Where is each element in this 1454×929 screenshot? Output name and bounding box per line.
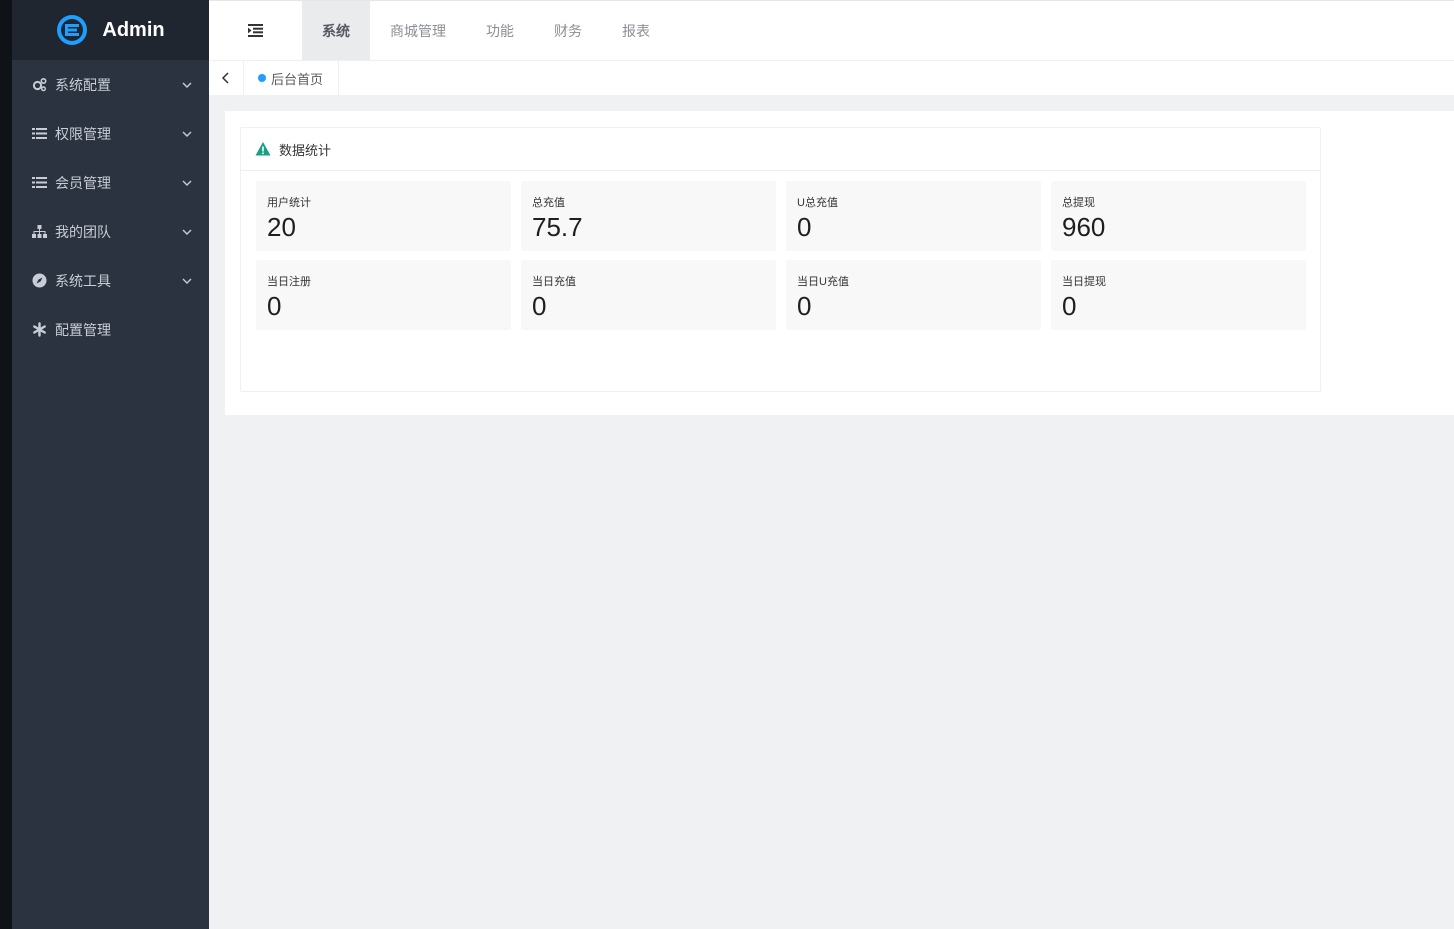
chevron-down-icon — [182, 180, 192, 186]
sidebar-item-my-team[interactable]: 我的团队 — [12, 207, 209, 256]
sidebar-item-members[interactable]: 会员管理 — [12, 158, 209, 207]
chevron-down-icon — [182, 278, 192, 284]
list-icon — [32, 126, 47, 141]
stat-label: 当日U充值 — [797, 276, 849, 288]
sidebar-item-system-tools[interactable]: 系统工具 — [12, 256, 209, 305]
sidebar-item-label: 会员管理 — [55, 174, 111, 191]
stat-total-withdraw: 总提现 960 — [1051, 181, 1306, 251]
stat-label: 当日注册 — [267, 276, 311, 288]
stat-value: 0 — [797, 291, 812, 321]
stats-card: 数据统计 用户统计 20 总充值 75.7 U总充值 0 总提现 960 当日注… — [240, 127, 1321, 392]
stat-label: 用户统计 — [267, 197, 311, 209]
stat-label: 当日提现 — [1062, 276, 1106, 288]
stat-today-u-recharge: 当日U充值 0 — [786, 260, 1041, 330]
gears-icon — [32, 77, 47, 92]
main-content: 数据统计 用户统计 20 总充值 75.7 U总充值 0 总提现 960 当日注… — [225, 111, 1454, 415]
stat-user-count: 用户统计 20 — [256, 181, 511, 251]
logo[interactable]: Admin — [12, 0, 209, 60]
stat-label: 当日充值 — [532, 276, 576, 288]
compass-icon — [32, 273, 47, 288]
chevron-down-icon — [182, 229, 192, 235]
chevron-left-icon — [221, 72, 229, 84]
stat-value: 75.7 — [532, 212, 583, 242]
sidebar-item-system-config[interactable]: 系统配置 — [12, 60, 209, 109]
page-tab-home[interactable]: 后台首页 — [244, 60, 340, 96]
chevron-down-icon — [182, 131, 192, 137]
list-icon — [32, 175, 47, 190]
sidebar-item-label: 我的团队 — [55, 223, 111, 240]
top-tab-finance[interactable]: 财务 — [534, 1, 602, 60]
top-tab-reports[interactable]: 报表 — [602, 1, 670, 60]
stat-today-recharge: 当日充值 0 — [521, 260, 776, 330]
sidebar-item-label: 系统配置 — [55, 76, 111, 93]
top-tab-system[interactable]: 系统 — [302, 1, 370, 60]
card-title: 数据统计 — [279, 142, 332, 158]
stat-today-register: 当日注册 0 — [256, 260, 511, 330]
stat-value: 0 — [797, 212, 812, 242]
sidebar-item-label: 权限管理 — [55, 125, 111, 142]
stat-label: 总提现 — [1062, 197, 1095, 209]
sitemap-icon — [32, 224, 47, 239]
top-nav: 系统 商城管理 功能 财务 报表 — [209, 0, 1454, 60]
stat-value: 0 — [267, 291, 282, 321]
top-tab-mall[interactable]: 商城管理 — [370, 1, 466, 60]
active-tab-dot — [258, 74, 266, 82]
asterisk-icon — [32, 322, 47, 337]
stat-value: 0 — [532, 291, 547, 321]
warning-triangle-icon — [255, 142, 271, 156]
sidebar-item-label: 配置管理 — [55, 321, 111, 338]
sidebar: Admin 系统配置 权限管理 会员管理 我的团队 系统工具 配置管理 — [12, 0, 209, 929]
stat-u-total-recharge: U总充值 0 — [786, 181, 1041, 251]
page-tab-bar: 后台首页 — [209, 60, 1454, 96]
stat-label: 总充值 — [532, 197, 565, 209]
tab-back-button[interactable] — [209, 60, 244, 96]
page-tab-label: 后台首页 — [271, 71, 324, 87]
sidebar-item-config-manage[interactable]: 配置管理 — [12, 305, 209, 354]
card-header: 数据统计 — [241, 128, 1320, 171]
indent-icon — [248, 24, 263, 37]
app-title: Admin — [102, 18, 165, 41]
stat-value: 0 — [1062, 291, 1077, 321]
window-edge — [0, 0, 12, 929]
sidebar-item-label: 系统工具 — [55, 272, 111, 289]
globe-e-logo — [57, 15, 88, 45]
sidebar-collapse-button[interactable] — [209, 1, 302, 60]
chevron-down-icon — [182, 82, 192, 88]
stat-value: 20 — [267, 212, 296, 242]
stat-total-recharge: 总充值 75.7 — [521, 181, 776, 251]
stat-label: U总充值 — [797, 197, 838, 209]
stat-value: 960 — [1062, 212, 1106, 242]
top-tab-functions[interactable]: 功能 — [466, 1, 534, 60]
sidebar-menu: 系统配置 权限管理 会员管理 我的团队 系统工具 配置管理 — [12, 60, 209, 354]
sidebar-item-permission[interactable]: 权限管理 — [12, 109, 209, 158]
stat-today-withdraw: 当日提现 0 — [1051, 260, 1306, 330]
